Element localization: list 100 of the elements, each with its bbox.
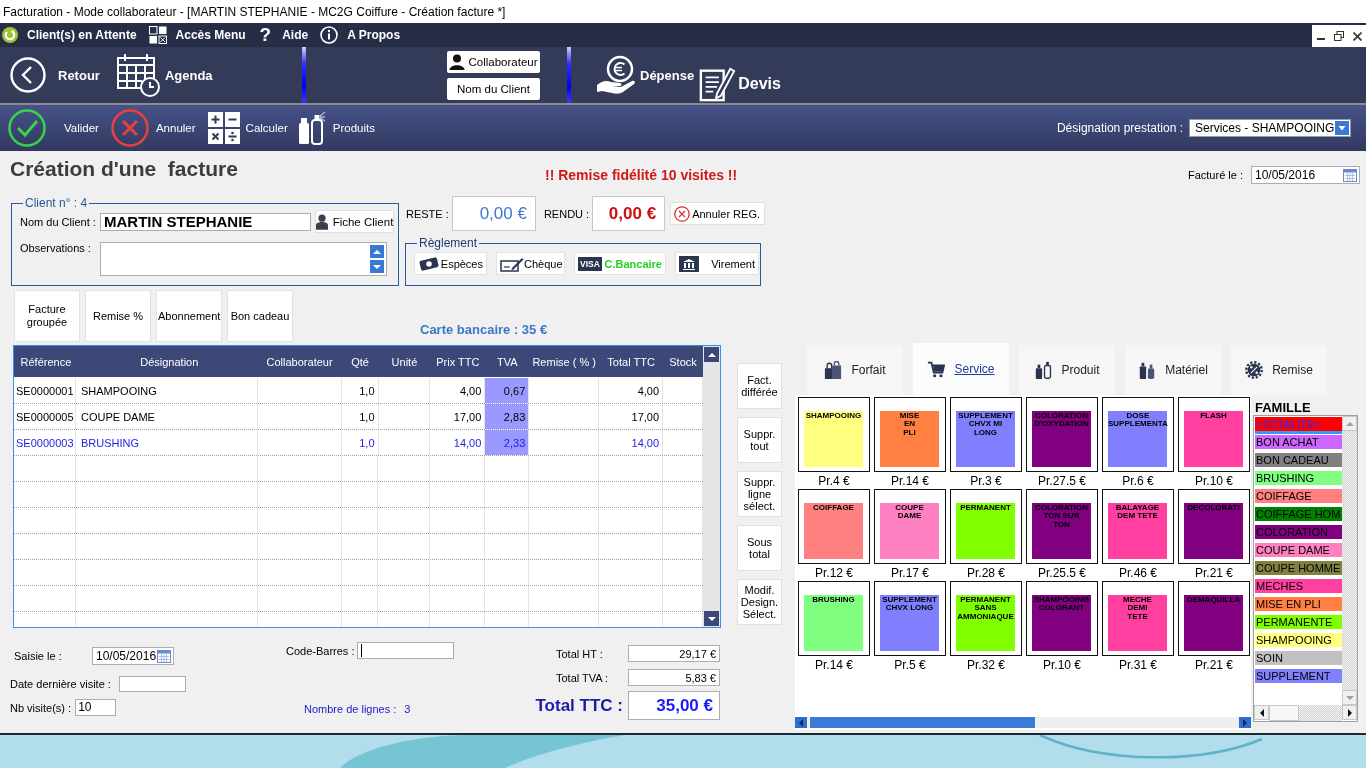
entry-date-field[interactable]: 10/05/2016: [92, 647, 174, 665]
date-value: 10/05/2016: [96, 649, 157, 663]
up-arrow-icon: [373, 249, 381, 254]
line-action-button[interactable]: Sous total: [737, 525, 782, 571]
select-value: Services - SHAMPOOING: [1195, 121, 1335, 135]
caret-icon: [1335, 121, 1349, 135]
cancel-button[interactable]: Annuler: [110, 109, 196, 147]
family-list-item[interactable]: BON CADEAU: [1255, 453, 1342, 467]
visit-count-field[interactable]: 10: [75, 699, 117, 716]
family-list-item[interactable]: BRUSHING: [1255, 471, 1342, 485]
family-list-item[interactable]: SUPPLEMENT: [1255, 669, 1342, 683]
calculate-button[interactable]: Calculer: [207, 112, 288, 144]
service-tile[interactable]: SUPPLEMENT CHVX MI LONG: [950, 397, 1022, 472]
service-tile[interactable]: SUPPLEMENT CHVX LONG: [874, 581, 946, 656]
function-button[interactable]: Remise %: [85, 290, 151, 342]
menu-item[interactable]: Accès Menu: [148, 24, 246, 46]
line-count-value: 3: [404, 703, 411, 715]
family-list-item[interactable]: PERMANENTE: [1255, 615, 1342, 629]
family-list-item[interactable]: SHAMPOOING: [1255, 633, 1342, 647]
service-tile[interactable]: MECHE DEMI TETE: [1102, 581, 1174, 656]
payment-method-button[interactable]: Virement: [675, 252, 759, 275]
client-name-field[interactable]: MARTIN STEPHANIE: [100, 212, 311, 231]
table-cell: 1,0: [341, 378, 379, 403]
window-title: Facturation - Mode collaborateur - [MARTIN STEPHANIE - MC2G Coiffure - Création facture *]: [3, 4, 506, 19]
last-visit-field[interactable]: [118, 676, 186, 692]
catalog-tab[interactable]: Matériel: [1125, 345, 1221, 395]
expense-button[interactable]: Dépense: [596, 55, 695, 95]
menu-item[interactable]: A Propos: [320, 24, 401, 46]
menu-item[interactable]: ? Aide: [257, 24, 309, 46]
service-tile[interactable]: SHAMPOOING: [798, 397, 870, 472]
products-button[interactable]: Produits: [297, 111, 375, 145]
family-list-item[interactable]: MECHES: [1255, 579, 1342, 593]
family-list-item[interactable]: COIFFAGE: [1255, 489, 1342, 503]
service-tile[interactable]: FLASH: [1178, 397, 1250, 472]
payment-method-button[interactable]: VISA C.Bancaire: [574, 252, 666, 275]
scroll-down-button[interactable]: [370, 260, 384, 273]
service-tile[interactable]: MISE EN PLI: [874, 397, 946, 472]
agenda-button[interactable]: Agenda: [115, 53, 213, 97]
horizontal-scrollbar[interactable]: [1269, 705, 1342, 721]
line-action-button[interactable]: Suppr. ligne sélect.: [737, 471, 782, 517]
function-button[interactable]: Bon cadeau: [227, 290, 293, 342]
service-tile[interactable]: BALAYAGE DEM TETE: [1102, 489, 1174, 564]
close-button[interactable]: [1348, 25, 1366, 47]
left-arrow-icon: [1259, 708, 1264, 717]
catalog-tab[interactable]: Service: [913, 343, 1009, 395]
scroll-right-button[interactable]: [1342, 705, 1357, 720]
family-list-item[interactable]: SOIN: [1255, 651, 1342, 665]
tile-label: BALAYAGE DEM TETE: [1115, 503, 1160, 521]
back-button[interactable]: Retour: [10, 57, 100, 93]
family-list-item[interactable]: COUPE DAME: [1255, 543, 1342, 557]
service-tile[interactable]: COUPE DAME: [874, 489, 946, 564]
calculator-icon: [207, 112, 240, 144]
service-tile[interactable]: DOSE SUPPLEMENTA: [1102, 397, 1174, 472]
designation-select[interactable]: Services - SHAMPOOING: [1189, 119, 1351, 137]
staff-button[interactable]: Collaborateur: [447, 50, 540, 73]
scrollbar-thumb[interactable]: [1269, 705, 1299, 721]
line-action-button[interactable]: Suppr. tout: [737, 417, 782, 463]
barcode-field[interactable]: [357, 642, 455, 659]
catalog-tab[interactable]: Forfait: [807, 345, 903, 395]
catalog-tab[interactable]: Remise: [1231, 345, 1327, 395]
vertical-scrollbar[interactable]: [703, 346, 720, 627]
line-action-button[interactable]: Fact. différée: [737, 363, 782, 409]
family-list-item[interactable]: COIFFAGE HOM: [1255, 507, 1342, 521]
observations-field[interactable]: [100, 242, 387, 276]
table-cell: SE0000003: [14, 430, 76, 455]
scroll-down-button[interactable]: [704, 611, 719, 626]
scrollbar-thumb[interactable]: [810, 717, 1035, 728]
scroll-left-button[interactable]: [1254, 705, 1269, 720]
validate-button[interactable]: Valider: [8, 109, 99, 147]
cancel-payment-button[interactable]: Annuler REG.: [670, 202, 765, 225]
catalog-tab[interactable]: Produit: [1019, 345, 1115, 395]
client-card-button[interactable]: Fiche Client: [315, 210, 394, 233]
family-list-item[interactable]: BON ACHAT: [1255, 435, 1342, 449]
line-action-button[interactable]: Modif. Design. Sélect.: [737, 579, 782, 625]
service-tile[interactable]: COIFFAGE: [798, 489, 870, 564]
family-list-item[interactable]: MISE EN PLI: [1255, 597, 1342, 611]
client-name-button[interactable]: Nom du Client: [447, 77, 540, 100]
x-circle-icon: [674, 205, 691, 222]
family-list-item[interactable]: COUPE HOMME: [1255, 561, 1342, 575]
payment-method-button[interactable]: Espèces: [414, 252, 487, 275]
scroll-up-button[interactable]: [370, 245, 384, 258]
horizontal-scrollbar[interactable]: [795, 717, 1251, 728]
minimize-button[interactable]: [1312, 25, 1330, 47]
price-label: Pr.21 €: [1195, 566, 1233, 580]
service-tile[interactable]: PERMANENT: [950, 489, 1022, 564]
price-label: Pr.6 €: [1122, 474, 1154, 488]
payment-method-button[interactable]: Chèque: [496, 252, 565, 275]
up-arrow-icon: [1345, 421, 1354, 426]
service-tile[interactable]: BRUSHING: [798, 581, 870, 656]
scroll-up-button[interactable]: [704, 347, 719, 362]
function-button[interactable]: Facture groupée: [14, 290, 80, 342]
table-cell: 1,0: [341, 430, 379, 455]
invoice-date-field[interactable]: 10/05/2016: [1251, 166, 1360, 184]
function-button[interactable]: Abonnement: [156, 290, 222, 342]
service-tile[interactable]: PERMANENT SANS AMMONIAQUE: [950, 581, 1022, 656]
check-circle-icon: [8, 109, 46, 147]
column-header: Prix TTC: [435, 354, 481, 370]
quote-button[interactable]: Devis: [698, 65, 781, 103]
menu-item[interactable]: Client(s) en Attente: [2, 24, 137, 46]
right-arrow-icon: [1243, 718, 1247, 727]
